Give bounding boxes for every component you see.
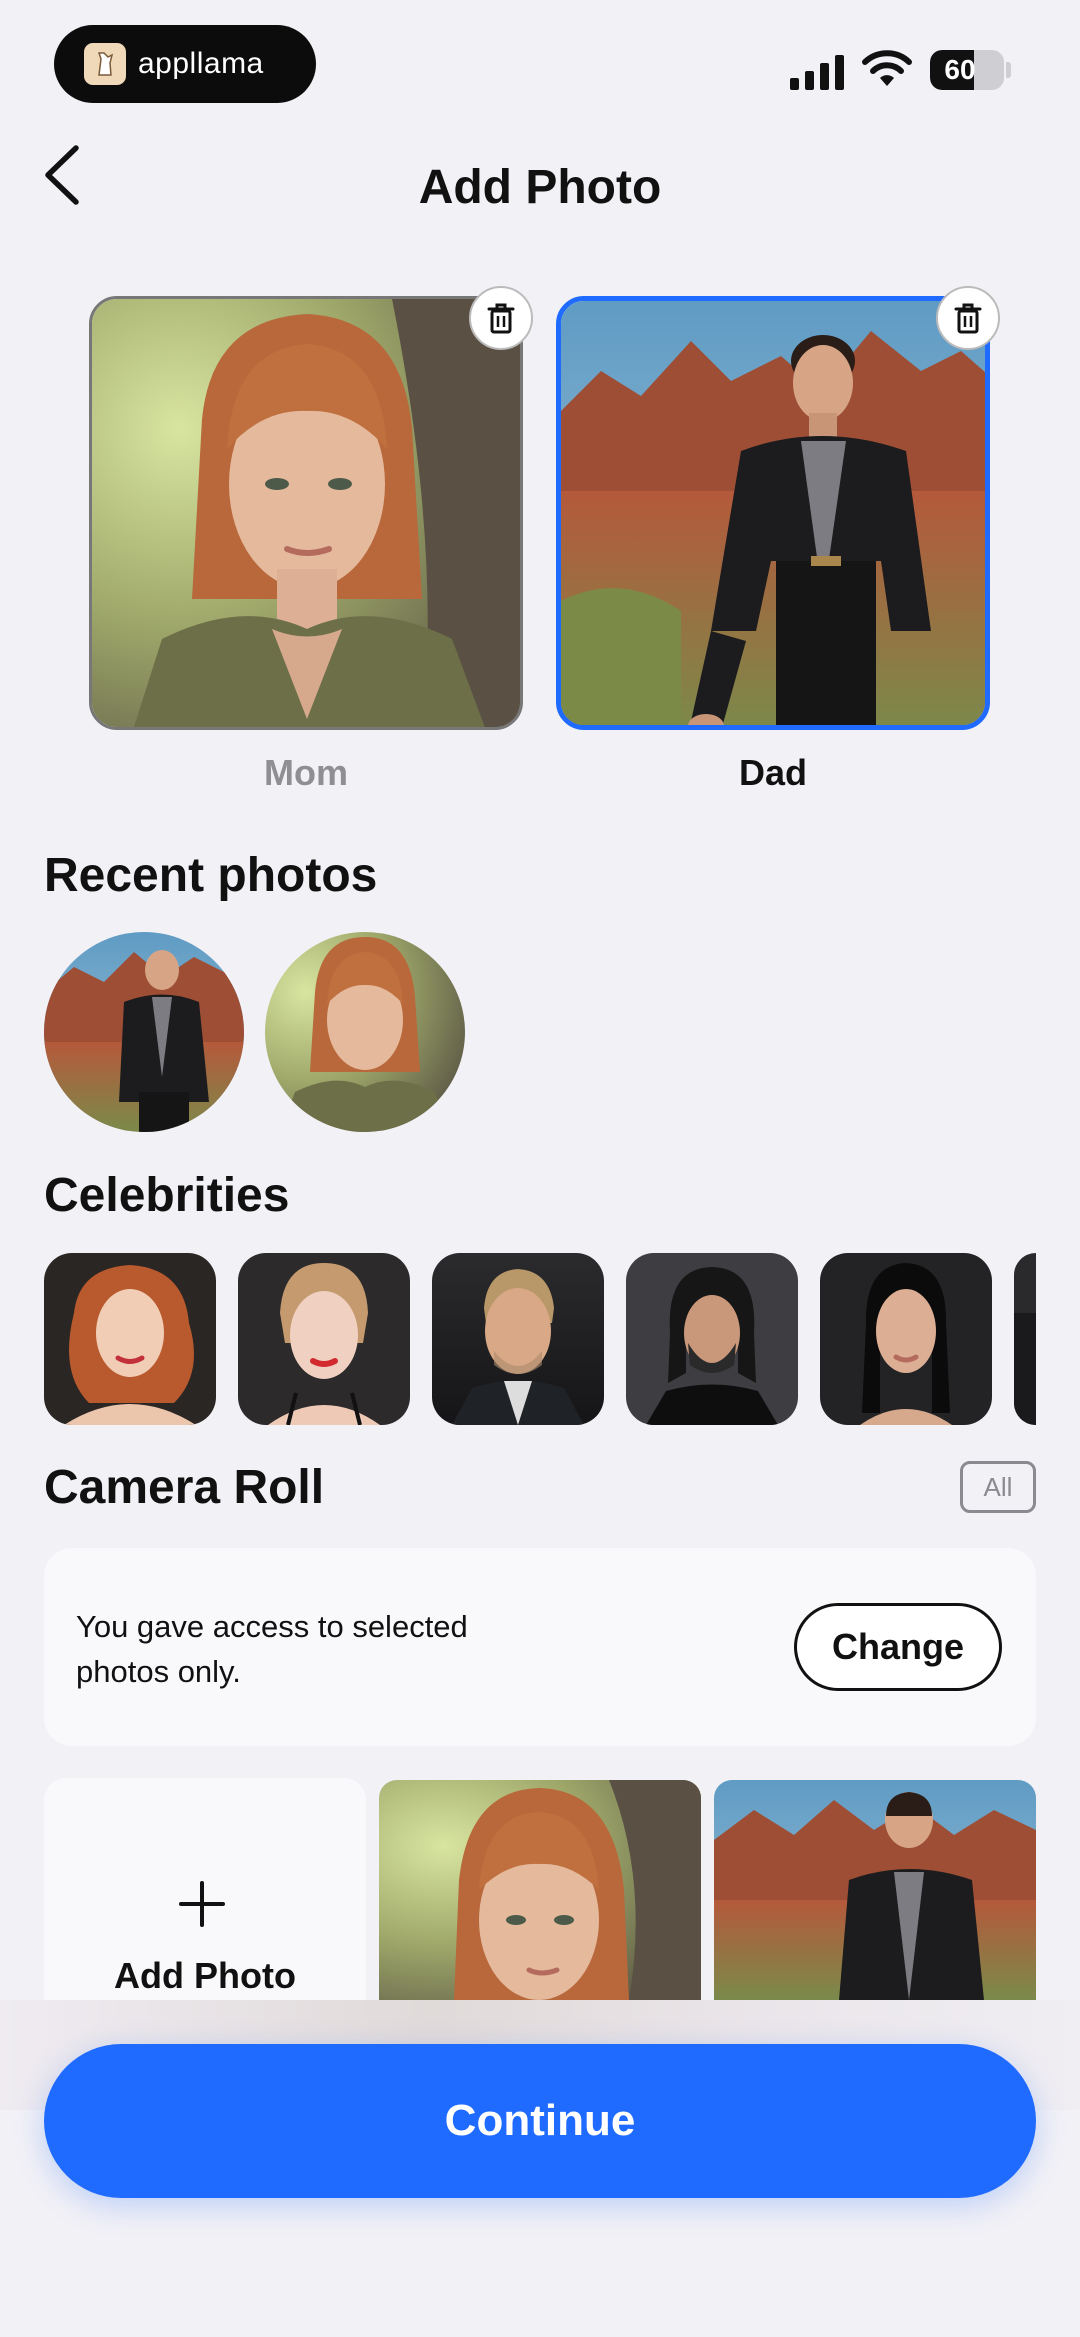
recent-photo-woman-image	[265, 932, 465, 1132]
battery-indicator: 60	[930, 50, 1004, 90]
recent-photo-woman[interactable]	[265, 932, 465, 1132]
change-access-button[interactable]: Change	[794, 1603, 1002, 1691]
limited-access-message: You gave access to selected photos only.	[76, 1609, 468, 1689]
celebrity-tile[interactable]	[626, 1253, 798, 1425]
mom-label: Mom	[264, 752, 348, 793]
camera-roll-photo-woman	[379, 1780, 701, 2000]
celebrity-tile[interactable]	[432, 1253, 604, 1425]
dad-photo-card[interactable]	[556, 296, 990, 730]
celebrities-title: Celebrities	[44, 1169, 290, 1222]
battery-level-text: 60	[944, 54, 976, 85]
plus-icon	[178, 1880, 226, 1928]
camera-roll-photo[interactable]	[379, 1780, 701, 2000]
mom-photo	[92, 299, 520, 727]
delete-mom-photo-button[interactable]	[469, 286, 533, 350]
trash-icon	[487, 303, 515, 334]
llama-logo-icon	[84, 43, 126, 85]
recent-photo-man[interactable]	[44, 932, 244, 1132]
recent-photos-title: Recent photos	[44, 849, 378, 902]
app-brand-badge: appllama	[54, 25, 316, 103]
battery-nub	[1006, 62, 1011, 78]
see-all-button[interactable]: All	[960, 1461, 1036, 1513]
cellular-signal-icon	[790, 52, 846, 90]
brand-name: appllama	[138, 47, 264, 80]
celebrity-tile[interactable]	[238, 1253, 410, 1425]
continue-button[interactable]: Continue	[44, 2044, 1036, 2198]
celebrity-photo	[44, 1253, 216, 1425]
camera-roll-photo[interactable]	[714, 1780, 1036, 2000]
camera-roll-title: Camera Roll	[44, 1461, 325, 1514]
celebrity-photo	[1014, 1253, 1036, 1425]
celebrity-tile-partial[interactable]	[1014, 1253, 1036, 1425]
recent-photo-man-image	[44, 932, 244, 1132]
celebrity-tile[interactable]	[44, 1253, 216, 1425]
celebrity-photo	[432, 1253, 604, 1425]
camera-roll-photo-man	[714, 1780, 1036, 2000]
celebrity-tile[interactable]	[820, 1253, 992, 1425]
trash-icon	[954, 303, 982, 334]
mom-photo-card[interactable]	[89, 296, 523, 730]
wifi-icon	[862, 48, 912, 90]
celebrity-photo	[626, 1253, 798, 1425]
page-title: Add Photo	[418, 161, 662, 214]
dad-photo	[561, 301, 985, 725]
dad-label: Dad	[738, 752, 807, 793]
celebrity-photo	[238, 1253, 410, 1425]
delete-dad-photo-button[interactable]	[936, 286, 1000, 350]
celebrity-photo	[820, 1253, 992, 1425]
add-photo-label: Add Photo	[114, 1955, 296, 1996]
